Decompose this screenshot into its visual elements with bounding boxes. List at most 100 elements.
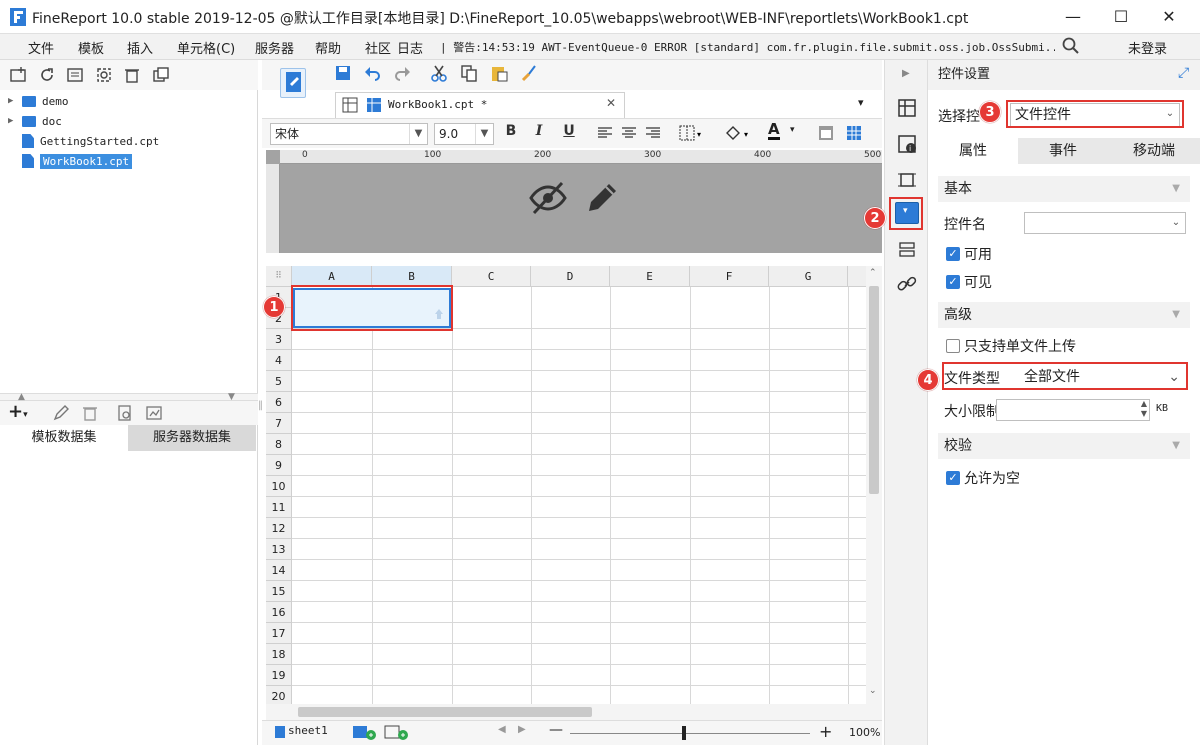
column-header-g[interactable]: G <box>769 266 848 287</box>
row-header[interactable]: 5 <box>266 371 292 392</box>
align-right-icon[interactable] <box>645 125 663 143</box>
tab-server-dataset[interactable]: 服务器数据集 <box>128 425 256 451</box>
single-file-checkbox[interactable] <box>946 339 960 353</box>
paste-icon[interactable] <box>490 64 508 82</box>
column-header-b[interactable]: B <box>372 266 452 287</box>
format-painter-icon[interactable] <box>520 64 538 82</box>
edit-pencil-icon[interactable] <box>584 180 620 220</box>
tab-properties[interactable]: 属性 <box>928 138 1018 164</box>
prev-sheet-icon[interactable]: ◀ <box>498 724 506 735</box>
row-header[interactable]: 10 <box>266 476 292 497</box>
float-element-icon[interactable] <box>897 170 916 188</box>
row-header[interactable]: 8 <box>266 434 292 455</box>
scroll-thumb[interactable] <box>869 286 879 494</box>
grid-mode-icon[interactable] <box>342 97 360 115</box>
collapse-icon[interactable]: ▼ <box>1172 302 1180 328</box>
italic-button[interactable]: I <box>530 123 548 139</box>
widget-name-input[interactable]: ⌄ <box>1024 212 1186 234</box>
search-icon[interactable] <box>1062 37 1080 59</box>
row-header[interactable]: 15 <box>266 581 292 602</box>
add-dataset-icon[interactable]: +▾ <box>8 401 28 422</box>
next-sheet-icon[interactable]: ▶ <box>518 724 526 735</box>
delete-icon[interactable] <box>123 66 141 84</box>
row-header[interactable]: 13 <box>266 539 292 560</box>
tab-mobile[interactable]: 移动端 <box>1108 138 1200 164</box>
tab-list-icon[interactable]: ▾ <box>858 96 864 109</box>
zoom-slider-thumb[interactable] <box>682 726 686 740</box>
menu-cell[interactable]: 单元格(C) <box>177 38 235 57</box>
cell-element-icon[interactable] <box>897 98 916 117</box>
hide-eye-icon[interactable] <box>528 180 568 220</box>
minimize-button[interactable]: — <box>1050 4 1096 30</box>
preview-data-icon[interactable] <box>116 404 134 422</box>
tree-item-doc[interactable]: ▶ doc <box>8 111 62 131</box>
add-dashboard-sheet-icon[interactable] <box>384 724 408 742</box>
tab-close-icon[interactable]: ✕ <box>606 96 616 110</box>
tree-item-gettingstarted[interactable]: GettingStarted.cpt <box>8 131 159 151</box>
menu-community[interactable]: 社区 <box>365 38 391 57</box>
font-size-select[interactable]: 9.0 ▼ <box>434 123 494 145</box>
column-header-e[interactable]: E <box>610 266 690 287</box>
undo-icon[interactable] <box>363 64 381 82</box>
scroll-thumb[interactable] <box>298 707 592 717</box>
copy-icon[interactable] <box>152 66 170 84</box>
menu-insert[interactable]: 插入 <box>127 38 153 57</box>
menu-log[interactable]: 日志 <box>397 38 423 57</box>
align-left-icon[interactable] <box>597 125 615 143</box>
row-header[interactable]: 4 <box>266 350 292 371</box>
template-tab[interactable]: WorkBook1.cpt * ✕ <box>335 92 625 118</box>
align-center-icon[interactable] <box>621 125 639 143</box>
chevron-down-icon[interactable]: ⌄ <box>1167 213 1185 233</box>
pin-panel-icon[interactable]: ⤢ <box>1178 65 1189 81</box>
row-header[interactable]: 6 <box>266 392 292 413</box>
menu-template[interactable]: 模板 <box>78 38 104 57</box>
row-header[interactable]: 20 <box>266 686 292 704</box>
font-color-button[interactable]: A <box>768 121 780 140</box>
row-header[interactable]: 11 <box>266 497 292 518</box>
login-status[interactable]: 未登录 <box>1128 38 1167 57</box>
underline-button[interactable]: U <box>560 123 578 139</box>
column-header-f[interactable]: F <box>690 266 769 287</box>
select-all-corner[interactable]: ⠿ <box>266 266 292 287</box>
collapse-icon[interactable]: ▼ <box>1172 176 1180 202</box>
hyperlink-icon[interactable] <box>897 274 917 292</box>
zoom-out-button[interactable]: — <box>549 722 563 738</box>
row-header[interactable]: 17 <box>266 623 292 644</box>
row-header[interactable]: 3 <box>266 329 292 350</box>
stepper-icon[interactable]: ▲ ▼ <box>1141 399 1147 419</box>
bold-button[interactable]: B <box>502 123 520 139</box>
condition-attribute-icon[interactable] <box>897 240 915 258</box>
refresh-icon[interactable] <box>38 66 56 84</box>
sheet-tab[interactable]: sheet1 <box>288 724 328 737</box>
tab-events[interactable]: 事件 <box>1018 138 1108 164</box>
zoom-slider[interactable] <box>570 733 810 734</box>
new-folder-icon[interactable] <box>9 66 27 84</box>
column-header-d[interactable]: D <box>531 266 610 287</box>
row-header[interactable]: 14 <box>266 560 292 581</box>
fill-color-icon[interactable]: ▾ <box>724 124 748 142</box>
size-limit-input[interactable]: ▲ ▼ <box>996 399 1150 421</box>
font-family-select[interactable]: 宋体 ▼ <box>270 123 428 145</box>
column-header-c[interactable]: C <box>452 266 531 287</box>
add-report-sheet-icon[interactable] <box>352 724 376 742</box>
panel-splitter[interactable]: ▲ ▼ <box>0 392 258 402</box>
row-header[interactable]: 16 <box>266 602 292 623</box>
row-header[interactable]: 9 <box>266 455 292 476</box>
row-header[interactable]: 7 <box>266 413 292 434</box>
new-template-button[interactable]: ▾ <box>280 68 306 111</box>
allow-empty-checkbox[interactable]: ✓ <box>946 471 960 485</box>
section-validate[interactable]: 校验 ▼ <box>938 433 1190 459</box>
row-header[interactable]: 12 <box>266 518 292 539</box>
tree-item-demo[interactable]: ▶ demo <box>8 91 69 111</box>
edit-icon[interactable] <box>52 404 70 422</box>
menu-file[interactable]: 文件 <box>28 38 54 57</box>
close-button[interactable]: ✕ <box>1146 4 1192 30</box>
freeze-icon[interactable] <box>818 125 836 143</box>
cell-attribute-icon[interactable]: i <box>897 134 916 153</box>
vertical-scrollbar[interactable]: ⌃ ⌄ <box>866 266 882 704</box>
horizontal-scrollbar[interactable] <box>266 704 882 720</box>
expand-panel-icon[interactable]: ▶ <box>902 68 910 79</box>
expand-arrow-icon[interactable]: ▶ <box>8 96 18 106</box>
expand-arrow-icon[interactable]: ▶ <box>8 116 18 126</box>
delete-dataset-icon[interactable] <box>81 404 99 422</box>
